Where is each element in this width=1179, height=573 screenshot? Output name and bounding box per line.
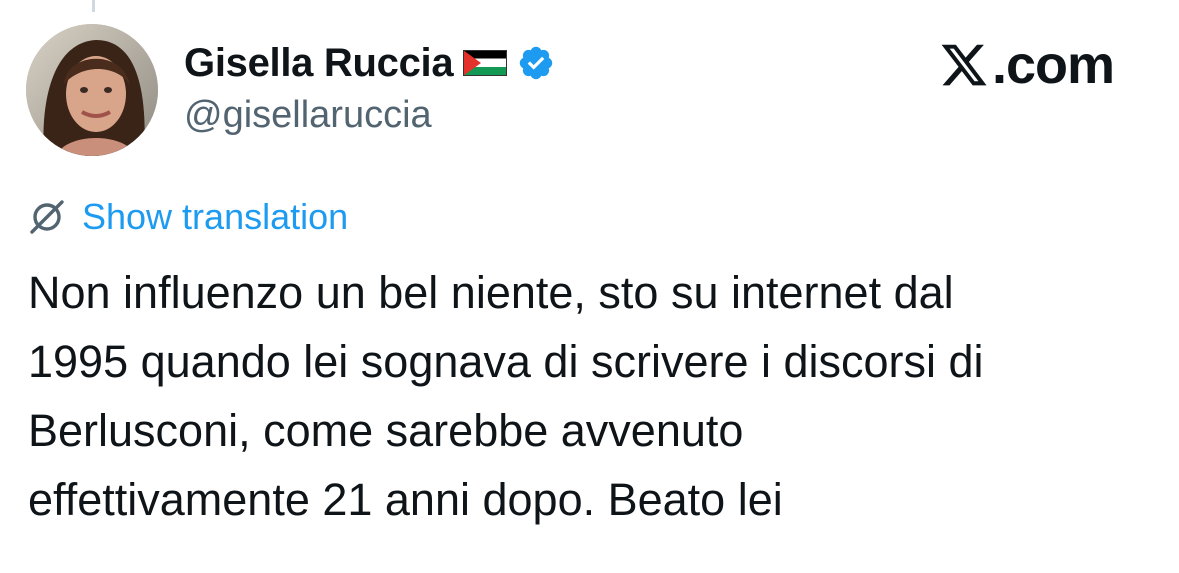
tweet-text: Non influenzo un bel niente, sto su inte… <box>28 258 1138 534</box>
translation-row: Show translation <box>28 194 348 240</box>
avatar-photo <box>26 24 158 156</box>
brand-domain-label: .com <box>992 35 1115 95</box>
tweet-text-line: 1995 quando lei sognava di scrivere i di… <box>28 336 984 387</box>
author-handle[interactable]: @gisellaruccia <box>184 94 432 137</box>
x-com-watermark: .com <box>938 32 1115 98</box>
globe-translate-icon <box>28 198 66 236</box>
verified-badge-icon[interactable] <box>517 44 555 82</box>
show-translation-link[interactable]: Show translation <box>82 196 348 238</box>
avatar[interactable] <box>26 24 158 156</box>
tweet-text-line: effettivamente 21 anni dopo. Beato lei <box>28 474 783 525</box>
tweet-text-line: Non influenzo un bel niente, sto su inte… <box>28 267 954 318</box>
thread-connector-line <box>92 0 95 12</box>
x-logo-icon <box>938 40 990 90</box>
author-name-row: Gisella Ruccia <box>184 38 555 88</box>
author-display-name[interactable]: Gisella Ruccia <box>184 41 454 86</box>
palestine-flag-icon <box>463 50 508 76</box>
tweet-text-line: Berlusconi, come sarebbe avvenuto <box>28 405 744 456</box>
